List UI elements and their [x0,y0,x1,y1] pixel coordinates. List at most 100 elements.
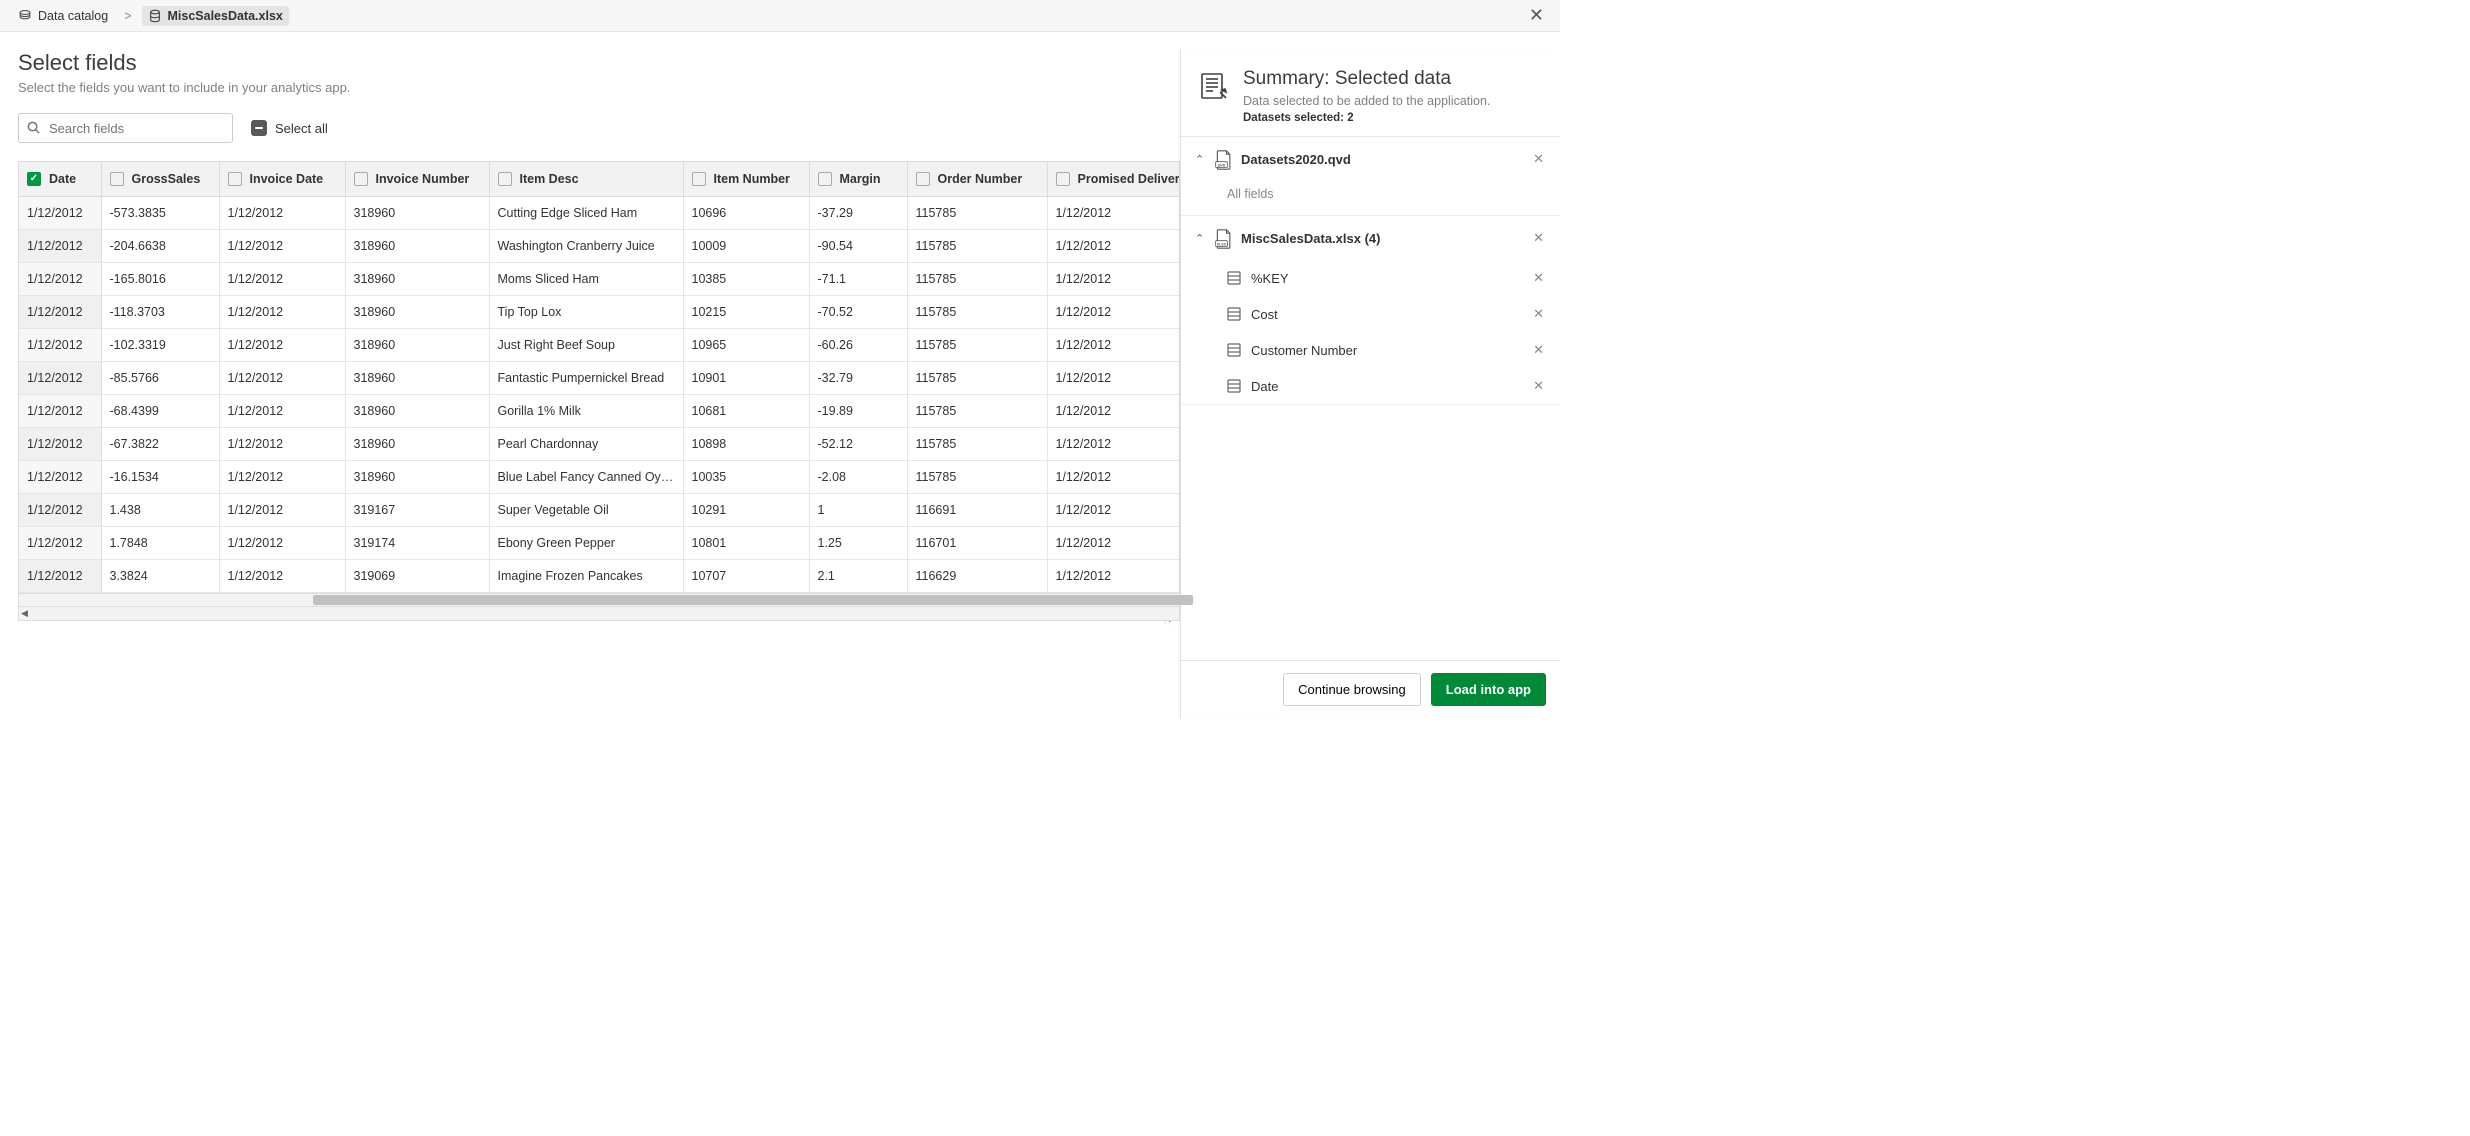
table-cell: 1.7848 [101,527,219,560]
selected-field-row: Cost✕ [1181,296,1560,332]
table-cell: 319069 [345,560,489,593]
table-cell: -67.3822 [101,428,219,461]
remove-dataset-icon[interactable]: ✕ [1531,149,1546,169]
column-label: Margin [840,172,881,186]
table-row: 1/12/2012-573.38351/12/2012318960Cutting… [19,197,1180,230]
table-cell: Washington Cranberry Juice [489,230,683,263]
table-cell: 115785 [907,362,1047,395]
table-cell: 1/12/2012 [1047,197,1180,230]
table-cell: 115785 [907,197,1047,230]
table-cell: 10291 [683,494,809,527]
table-cell: -71.1 [809,263,907,296]
continue-browsing-button[interactable]: Continue browsing [1283,673,1421,706]
table-cell: 1/12/2012 [1047,428,1180,461]
dataset-header[interactable]: ⌃XLSXMiscSalesData.xlsx (4)✕ [1181,216,1560,260]
column-label: Invoice Number [376,172,470,186]
remove-field-icon[interactable]: ✕ [1531,340,1546,360]
data-table: Date GrossSalesInvoice Date Invoice Number… [18,161,1180,593]
select-all-toggle[interactable]: Select all [251,120,328,136]
remove-field-icon[interactable]: ✕ [1531,304,1546,324]
toolbar: Select all [18,113,1180,143]
column-header-date[interactable]: Date [19,162,101,197]
table-cell: Gorilla 1% Milk [489,395,683,428]
remove-dataset-icon[interactable]: ✕ [1531,228,1546,248]
column-checkbox[interactable] [916,172,930,186]
column-header-promised-delivery-date[interactable]: Promised Delivery Date [1047,162,1180,197]
column-header-item-number[interactable]: Item Number [683,162,809,197]
load-into-app-button[interactable]: Load into app [1431,673,1546,706]
table-cell: -19.89 [809,395,907,428]
table-cell: 115785 [907,296,1047,329]
close-icon[interactable]: ✕ [1525,1,1548,30]
remove-field-icon[interactable]: ✕ [1531,268,1546,288]
table-cell: Cutting Edge Sliced Ham [489,197,683,230]
column-checkbox[interactable] [354,172,368,186]
table-cell: -165.8016 [101,263,219,296]
column-checkbox[interactable] [110,172,124,186]
table-cell: 1/12/2012 [19,197,101,230]
scrollbar-thumb[interactable] [313,595,1193,605]
breadcrumb-root[interactable]: Data catalog [12,6,114,26]
table-cell: -204.6638 [101,230,219,263]
table-cell: 1/12/2012 [1047,560,1180,593]
table-cell: -90.54 [809,230,907,263]
table-cell: 1/12/2012 [1047,461,1180,494]
table-cell: 1/12/2012 [1047,395,1180,428]
field-name: Date [1251,379,1521,394]
column-header-invoice-number[interactable]: Invoice Number [345,162,489,197]
table-cell: 10035 [683,461,809,494]
dataset-header[interactable]: ⌃QVDDatasets2020.qvd✕ [1181,137,1560,181]
column-checkbox[interactable] [692,172,706,186]
table-cell: -2.08 [809,461,907,494]
table-cell: -573.3835 [101,197,219,230]
table-cell: 10215 [683,296,809,329]
column-checkbox[interactable] [27,172,41,186]
table-cell: 1/12/2012 [19,461,101,494]
column-header-invoice-date[interactable]: Invoice Date [219,162,345,197]
search-input[interactable] [18,113,233,143]
table-cell: 1/12/2012 [1047,362,1180,395]
breadcrumb-separator: > [122,9,133,23]
column-checkbox[interactable] [228,172,242,186]
column-header-item-desc[interactable]: Item Desc [489,162,683,197]
remove-field-icon[interactable]: ✕ [1531,376,1546,396]
chevron-up-icon: ⌃ [1195,232,1207,245]
dataset-name: Datasets2020.qvd [1241,152,1523,167]
table-cell: -60.26 [809,329,907,362]
catalog-icon [18,9,32,23]
table-cell: 10707 [683,560,809,593]
file-xlsx-icon: XLSX [1215,229,1233,247]
summary-panel: Summary: Selected data Data selected to … [1180,50,1560,718]
table-cell: 1/12/2012 [219,527,345,560]
column-header-order-number[interactable]: Order Number [907,162,1047,197]
column-header-grosssales[interactable]: GrossSales [101,162,219,197]
table-cell: 319167 [345,494,489,527]
column-checkbox[interactable] [818,172,832,186]
table-cell: 318960 [345,461,489,494]
column-label: Date [49,172,76,186]
horizontal-scrollbar[interactable]: ◀ ▶ [18,593,1180,607]
table-cell: 115785 [907,428,1047,461]
table-cell: 318960 [345,230,489,263]
table-cell: 1/12/2012 [19,329,101,362]
breadcrumb-current[interactable]: MiscSalesData.xlsx [142,6,289,26]
column-header-margin[interactable]: Margin [809,162,907,197]
table-cell: 1/12/2012 [1047,329,1180,362]
indeterminate-checkbox-icon [251,120,267,136]
table-cell: Pearl Chardonnay [489,428,683,461]
column-checkbox[interactable] [498,172,512,186]
table-cell: 1/12/2012 [219,494,345,527]
column-checkbox[interactable] [1056,172,1070,186]
table-cell: 2.1 [809,560,907,593]
column-label: Item Desc [520,172,579,186]
table-row: 1/12/2012-67.38221/12/2012318960Pearl Ch… [19,428,1180,461]
table-cell: 1 [809,494,907,527]
table-cell: -118.3703 [101,296,219,329]
select-all-label: Select all [275,121,328,136]
table-row: 1/12/2012-102.33191/12/2012318960Just Ri… [19,329,1180,362]
table-cell: 1/12/2012 [219,230,345,263]
table-row: 1/12/2012-85.57661/12/2012318960Fantasti… [19,362,1180,395]
table-cell: 115785 [907,263,1047,296]
table-cell: -37.29 [809,197,907,230]
table-cell: 1/12/2012 [19,494,101,527]
